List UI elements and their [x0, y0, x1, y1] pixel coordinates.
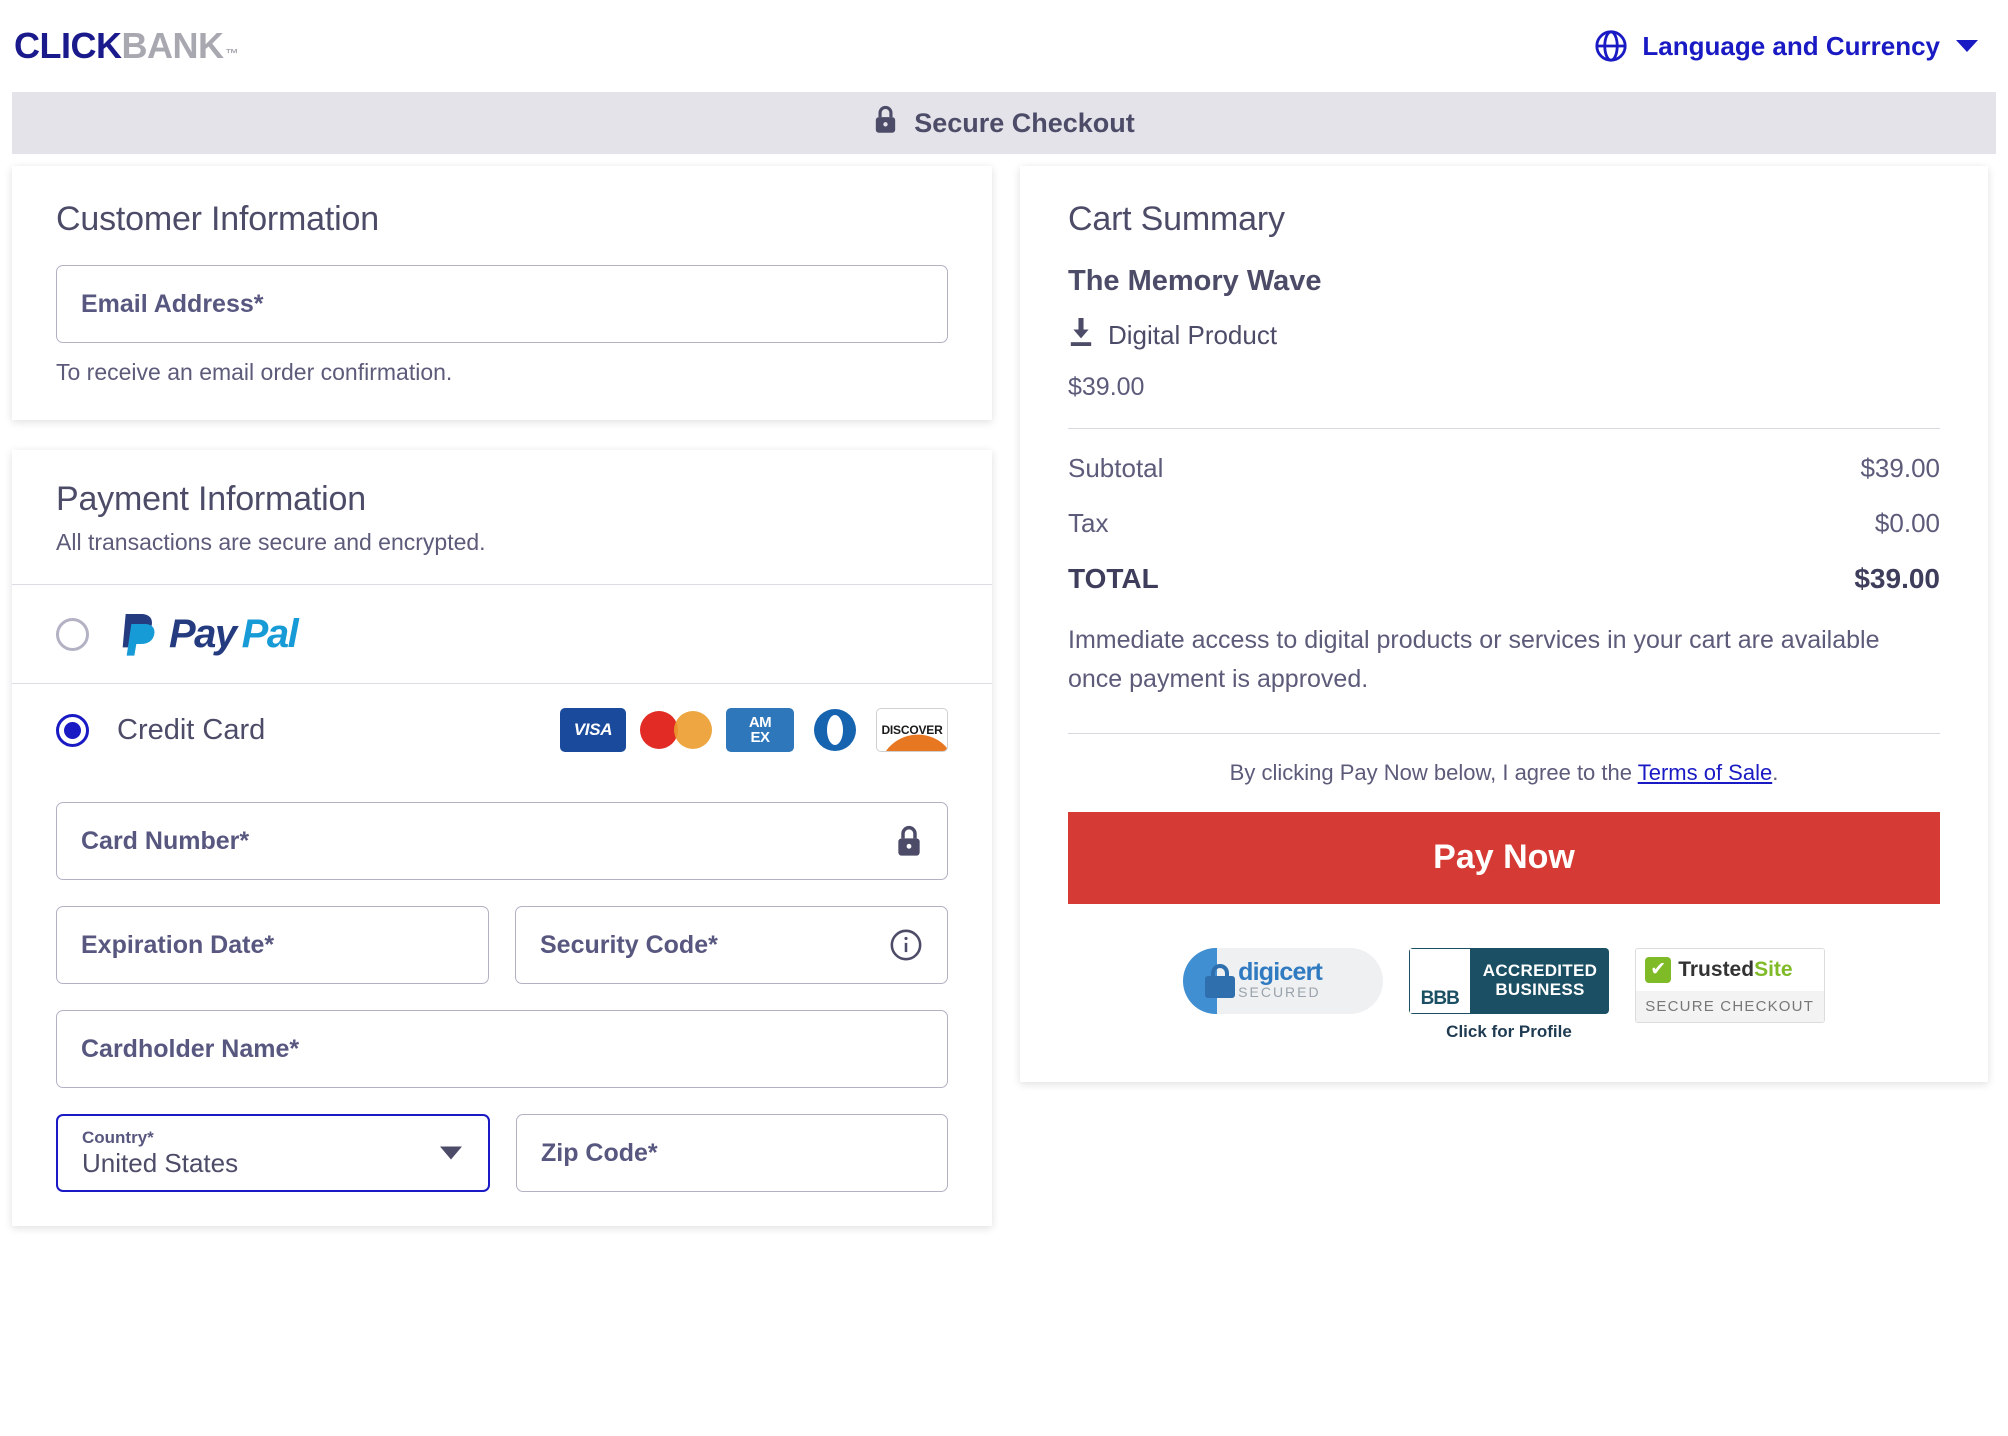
tax-row: Tax $0.00	[1068, 508, 1940, 539]
product-name: The Memory Wave	[1068, 265, 1322, 297]
logo-bank-text: BANK	[121, 25, 225, 66]
terms-agreement-prefix: By clicking Pay Now below, I agree to th…	[1229, 759, 1638, 785]
paypal-pal-text: Pal	[241, 611, 299, 656]
total-row: TOTAL $39.00	[1068, 563, 1940, 595]
country-select-label: Country*	[82, 1128, 154, 1147]
total-value: $39.00	[1854, 563, 1940, 594]
logo-trademark: ™	[225, 46, 239, 61]
bbb-line-2: BUSINESS	[1495, 979, 1585, 999]
divider	[1068, 732, 1940, 734]
payment-information-title: Payment Information	[56, 480, 366, 518]
payment-information-card: Payment Information All transactions are…	[12, 450, 992, 1226]
checkmark-icon: ✔	[1645, 956, 1672, 983]
email-field-placeholder: Email Address*	[81, 289, 264, 318]
zip-code-placeholder: Zip Code*	[541, 1138, 658, 1167]
customer-information-card: Customer Information Email Address* To r…	[12, 166, 992, 420]
credit-card-label: Credit Card	[117, 713, 266, 746]
visa-icon: VISA	[560, 708, 626, 752]
discover-icon: DISCOVER	[876, 708, 948, 752]
bbb-text: ACCREDITED BUSINESS	[1470, 947, 1610, 1014]
cart-summary-card: Cart Summary The Memory Wave Digital Pro…	[1020, 166, 1988, 1082]
mastercard-icon	[640, 708, 712, 752]
tax-label: Tax	[1068, 508, 1109, 538]
security-code-field[interactable]: Security Code*	[515, 906, 948, 984]
terms-agreement-suffix: .	[1772, 759, 1779, 785]
page-header: CLICK BANK ™ Language and Currency	[0, 0, 2008, 92]
product-type-label: Digital Product	[1108, 320, 1278, 350]
clickbank-logo: CLICK BANK ™	[14, 25, 238, 67]
paypal-pay-text: Pay	[169, 611, 237, 656]
info-icon[interactable]	[889, 928, 923, 962]
chevron-down-icon	[440, 1146, 462, 1160]
cardholder-name-placeholder: Cardholder Name*	[81, 1034, 300, 1063]
subtotal-label: Subtotal	[1068, 453, 1164, 483]
payment-method-paypal[interactable]: Pay Pal	[12, 585, 992, 683]
logo-click-text: CLICK	[14, 25, 122, 66]
trustedsite-name-2: Site	[1754, 957, 1793, 981]
country-select[interactable]: Country* United States	[56, 1114, 490, 1192]
paypal-monogram-icon	[122, 614, 155, 656]
chevron-down-icon	[1956, 40, 1978, 52]
paypal-radio[interactable]	[56, 617, 89, 651]
security-code-placeholder: Security Code*	[540, 930, 718, 959]
bbb-line-1: ACCREDITED	[1482, 960, 1598, 980]
bbb-badge[interactable]: BBB ACCREDITED BUSINESS Click for Profil…	[1408, 947, 1610, 1042]
zip-code-field[interactable]: Zip Code*	[516, 1114, 948, 1192]
digicert-badge[interactable]: digicert SECURED	[1182, 947, 1383, 1014]
trustedsite-name-1: Trusted	[1678, 957, 1755, 981]
digicert-lock-icon	[1204, 963, 1235, 998]
language-and-currency-label: Language and Currency	[1642, 30, 1940, 61]
bbb-logo-icon: BBB	[1408, 947, 1471, 1014]
divider	[1068, 428, 1940, 429]
lock-icon	[873, 105, 898, 141]
product-type-row: Digital Product	[1068, 318, 1940, 353]
terms-of-sale-link[interactable]: Terms of Sale	[1638, 760, 1773, 785]
product-price: $39.00	[1068, 373, 1145, 401]
pay-now-button[interactable]: Pay Now	[1068, 811, 1940, 904]
amex-icon: AM EX	[726, 708, 794, 752]
trust-badges: digicert SECURED BBB ACCREDITED BUSINESS	[1068, 947, 1940, 1042]
bbb-click-for-profile[interactable]: Click for Profile	[1409, 1022, 1609, 1042]
checkout-form-column: Customer Information Email Address* To r…	[12, 166, 992, 1226]
paypal-logo: Pay Pal	[115, 609, 299, 659]
tax-value: $0.00	[1874, 508, 1940, 538]
email-helper-text: To receive an email order confirmation.	[56, 359, 453, 385]
digicert-name: digicert	[1238, 958, 1323, 986]
download-icon	[1068, 318, 1094, 353]
subtotal-row: Subtotal $39.00	[1068, 453, 1940, 484]
cart-summary-title: Cart Summary	[1068, 200, 1285, 238]
terms-agreement-text: By clicking Pay Now below, I agree to th…	[1068, 760, 1940, 786]
customer-information-title: Customer Information	[56, 200, 379, 238]
digicert-subtitle: SECURED	[1238, 984, 1321, 1000]
card-brand-logos: VISA AM EX DISCOVER	[560, 708, 948, 752]
language-and-currency-selector[interactable]: Language and Currency	[1594, 29, 1994, 63]
trustedsite-badge[interactable]: ✔ TrustedSite SECURE CHECKOUT	[1635, 947, 1826, 1023]
trustedsite-subtitle: SECURE CHECKOUT	[1636, 990, 1825, 1022]
country-select-value: United States	[82, 1148, 239, 1178]
digital-access-note: Immediate access to digital products or …	[1068, 626, 1880, 693]
diners-club-icon	[808, 708, 862, 752]
card-number-placeholder: Card Number*	[81, 826, 250, 855]
expiration-date-field[interactable]: Expiration Date*	[56, 906, 489, 984]
globe-icon	[1594, 29, 1628, 63]
card-lock-icon	[895, 825, 923, 857]
secure-checkout-bar: Secure Checkout	[12, 92, 1996, 154]
subtotal-value: $39.00	[1860, 453, 1940, 483]
email-field[interactable]: Email Address*	[56, 265, 948, 343]
bbb-abbr: BBB	[1420, 987, 1460, 1009]
expiration-date-placeholder: Expiration Date*	[81, 930, 275, 959]
card-number-field[interactable]: Card Number*	[56, 802, 948, 880]
secure-checkout-label: Secure Checkout	[914, 107, 1135, 138]
payment-information-subtitle: All transactions are secure and encrypte…	[56, 529, 486, 555]
payment-method-credit-card[interactable]: Credit Card VISA AM EX DISCOVER	[12, 684, 992, 776]
credit-card-radio[interactable]	[56, 713, 89, 747]
total-label: TOTAL	[1068, 563, 1159, 594]
cart-summary-column: Cart Summary The Memory Wave Digital Pro…	[1020, 166, 1988, 1082]
cardholder-name-field[interactable]: Cardholder Name*	[56, 1010, 948, 1088]
